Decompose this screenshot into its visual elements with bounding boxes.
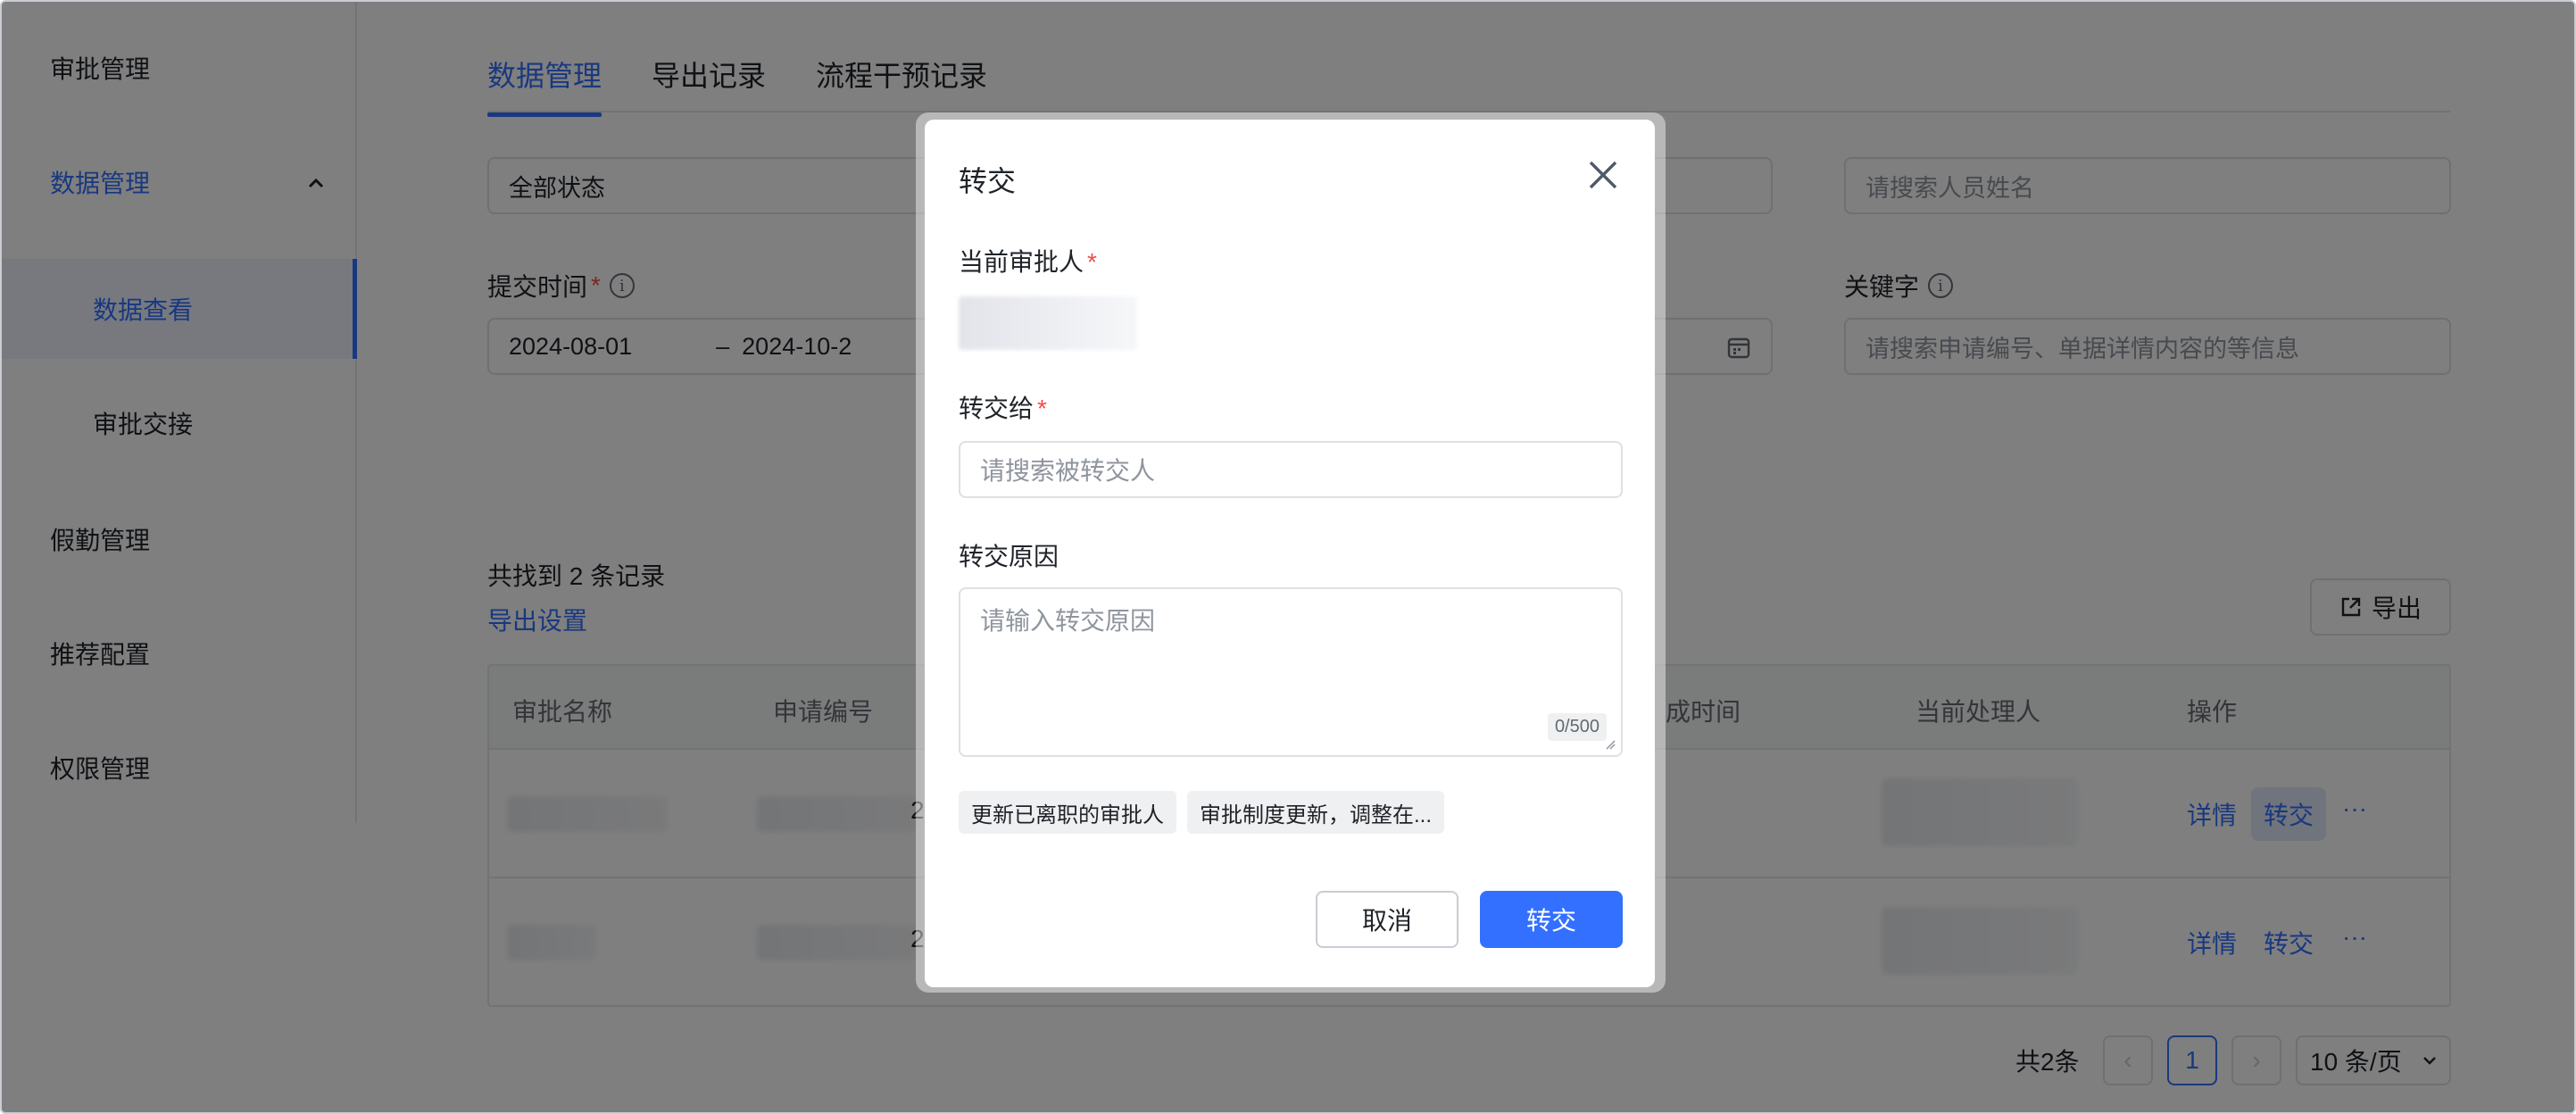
transfer-to-label: 转交给 * xyxy=(959,389,1047,425)
cancel-button[interactable]: 取消 xyxy=(1316,891,1458,948)
transfer-to-input[interactable]: 请搜索被转交人 xyxy=(959,441,1623,498)
resize-handle-icon[interactable] xyxy=(1605,739,1616,750)
transfer-to-placeholder: 请搜索被转交人 xyxy=(980,457,1156,485)
dialog-title: 转交 xyxy=(959,165,1017,197)
current-approver-label: 当前审批人 * xyxy=(959,243,1097,278)
current-approver-blurred xyxy=(959,296,1137,350)
reason-label: 转交原因 xyxy=(959,543,1059,570)
label-text: 转交给 xyxy=(959,395,1035,422)
required-mark: * xyxy=(1037,395,1047,422)
required-mark: * xyxy=(1087,248,1097,276)
app-window: 审批管理 数据管理 数据查看 审批交接 假勤管理 推荐配置 权限管理 数据管理 … xyxy=(0,0,2576,1114)
char-counter: 0/500 xyxy=(1547,713,1607,741)
reason-textarea[interactable]: 请输入转交原因 0/500 xyxy=(959,587,1623,757)
close-icon[interactable] xyxy=(1585,157,1621,193)
quick-reason-chip[interactable]: 更新已离职的审批人 xyxy=(959,791,1176,834)
label-text: 当前审批人 xyxy=(959,248,1084,276)
reason-placeholder: 请输入转交原因 xyxy=(980,607,1156,635)
quick-reason-chip[interactable]: 审批制度更新，调整在... xyxy=(1187,791,1445,834)
transfer-dialog: 转交 当前审批人 * 转交给 * 请搜索被转交人 转交原因 请输入转交原因 0/50… xyxy=(925,120,1655,987)
confirm-transfer-button[interactable]: 转交 xyxy=(1480,891,1623,948)
